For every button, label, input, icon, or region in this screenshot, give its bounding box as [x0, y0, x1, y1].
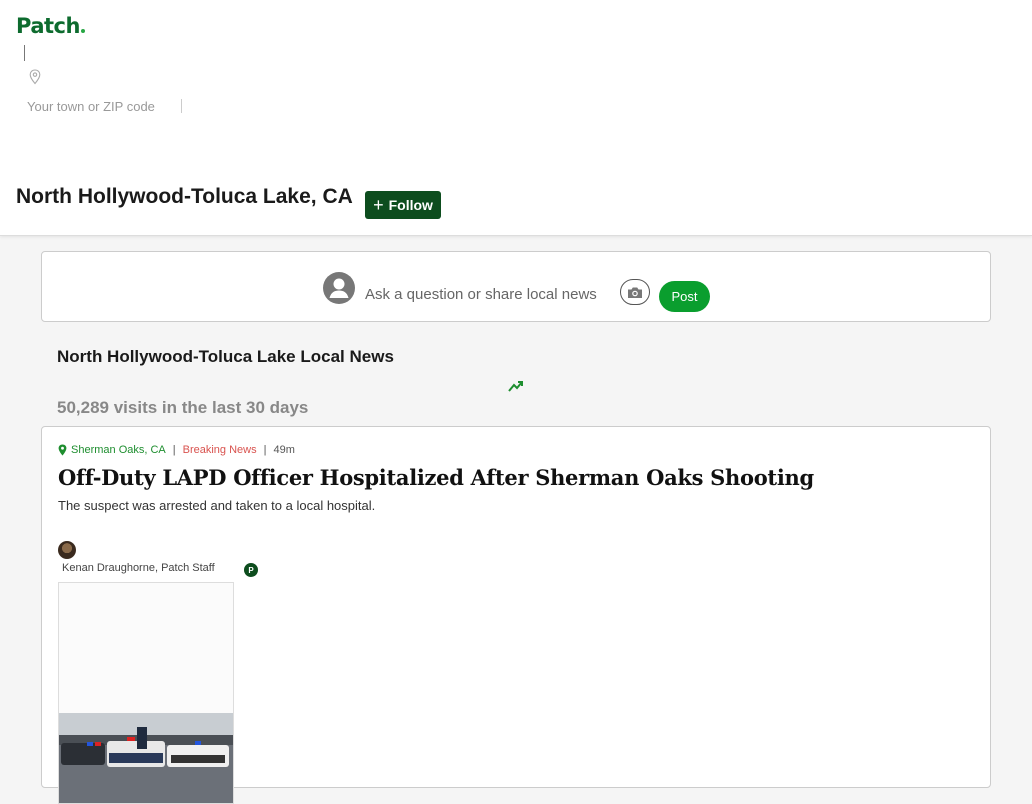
- article-location[interactable]: Sherman Oaks, CA: [71, 444, 166, 456]
- article-image-frame[interactable]: [58, 582, 234, 804]
- user-avatar-icon: [323, 272, 355, 304]
- follow-button[interactable]: + Follow: [365, 191, 441, 219]
- article-meta: Sherman Oaks, CA | Breaking News | 49m: [58, 444, 295, 456]
- post-button[interactable]: Post: [659, 281, 710, 312]
- post-composer[interactable]: Ask a question or share local news Post: [41, 251, 991, 322]
- page-title: North Hollywood-Toluca Lake, CA: [16, 185, 353, 208]
- author-name[interactable]: Kenan Draughorne, Patch Staff: [62, 562, 215, 574]
- site-header: Patch North Hollywood-Toluca Lake, CA +F…: [0, 0, 1032, 236]
- divider: [181, 99, 182, 113]
- trending-up-icon: [508, 381, 523, 392]
- section-title: North Hollywood-Toluca Lake Local News: [57, 347, 394, 366]
- article-summary: The suspect was arrested and taken to a …: [58, 498, 376, 513]
- author-avatar[interactable]: [58, 541, 76, 559]
- patch-logo[interactable]: Patch: [16, 14, 85, 38]
- article-card[interactable]: Sherman Oaks, CA | Breaking News | 49m O…: [41, 426, 991, 804]
- town-search-input[interactable]: [27, 97, 177, 115]
- separator: |: [172, 444, 176, 456]
- map-pin-icon: [58, 444, 67, 456]
- composer-prompt[interactable]: Ask a question or share local news: [365, 286, 597, 303]
- article-category[interactable]: Breaking News: [183, 444, 257, 456]
- divider: [24, 45, 25, 61]
- map-pin-icon: [29, 69, 41, 85]
- article-image: [59, 713, 233, 803]
- patch-staff-badge: P: [244, 563, 258, 577]
- article-time: 49m: [273, 444, 295, 456]
- plus-icon: +: [373, 195, 384, 215]
- visits-count: 50,289 visits in the last 30 days: [57, 398, 309, 417]
- camera-icon: [628, 287, 642, 298]
- article-headline[interactable]: Off-Duty LAPD Officer Hospitalized After…: [58, 465, 814, 490]
- camera-button[interactable]: [620, 279, 650, 305]
- separator: |: [263, 444, 267, 456]
